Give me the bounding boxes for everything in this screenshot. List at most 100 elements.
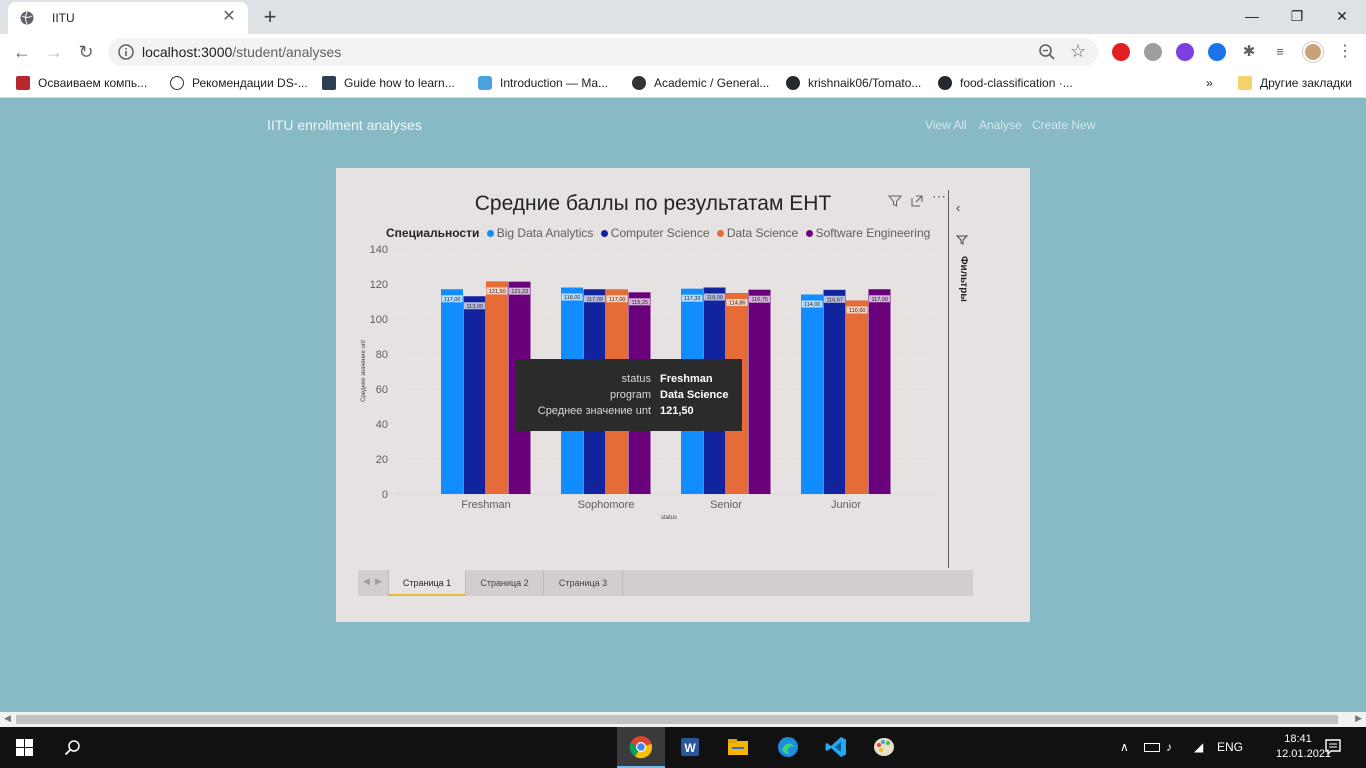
yc-icon [16,76,30,90]
bookmarks-overflow[interactable]: » [1206,76,1213,92]
clock[interactable]: 18:41 12.01.2021 [1276,732,1332,762]
globe-extension-icon[interactable] [1208,43,1226,61]
reload-icon[interactable]: ↻ [74,40,98,64]
chart-bar[interactable] [441,289,463,494]
data-label: 121,50 [489,289,506,295]
site-info-icon[interactable] [118,44,134,60]
bookmark-star-icon[interactable]: ☆ [1070,41,1086,61]
bookmark-item[interactable]: Guide how to learn... [322,76,455,92]
scroll-right-icon[interactable]: ▶ [1355,713,1362,724]
data-label: 113,00 [467,304,483,310]
page-tab-1[interactable]: Страница 1 [388,570,466,596]
data-label: 118,00 [707,295,723,301]
profile-avatar[interactable] [1303,42,1323,62]
clock-time: 18:41 [1284,733,1312,745]
close-tab-icon[interactable]: ✕ [220,8,238,26]
scroll-left-icon[interactable]: ◀ [4,713,11,724]
chrome-taskbar-icon[interactable] [617,727,665,768]
filters-pane-label[interactable]: Фильтры [955,256,969,302]
prev-page-icon[interactable]: ◀ [363,576,370,587]
chart-bar[interactable] [846,300,868,494]
tooltip-row: status Freshman [516,373,742,389]
paint-taskbar-icon[interactable] [860,727,908,768]
extension-icon[interactable] [1144,43,1162,61]
search-icon[interactable] [64,739,81,756]
data-label: 114,00 [804,302,820,308]
chart-bar[interactable] [486,281,508,494]
scrollbar-thumb[interactable] [16,715,1338,724]
puzzle-icon[interactable]: ✱ [1240,43,1258,61]
tooltip-value: 121,50 [660,405,694,417]
page-horizontal-scrollbar[interactable]: ◀ ▶ [0,712,1366,727]
next-page-icon[interactable]: ▶ [375,576,382,587]
data-label: 117,33 [684,296,700,302]
x-axis-label: status [661,515,677,521]
menu-dots-icon[interactable]: ⋮ [1336,43,1354,61]
y-tick-label: 20 [376,454,388,466]
palette-icon [874,738,894,756]
window-close-icon[interactable]: ✕ [1322,4,1362,28]
battery-icon[interactable] [1144,743,1160,752]
nav-create-new[interactable]: Create New [1032,118,1095,132]
x-tick-label: Senior [710,499,742,511]
globe-icon [20,11,34,25]
chart-bar[interactable] [463,296,486,494]
other-bookmarks[interactable]: Другие закладки [1238,76,1352,92]
app-brand[interactable]: IITU enrollment analyses [267,117,422,133]
bookmark-item[interactable]: Рекомендации DS-... [170,76,308,92]
zoom-out-icon[interactable] [1038,43,1056,61]
windows-taskbar: W ∧ ♪ ◢ ENG 18:41 12.01.2021 [0,727,1366,768]
chart-bar[interactable] [801,294,823,495]
url-host: localhost:3000 [142,44,233,60]
network-icon[interactable]: ◢ [1194,740,1203,754]
t-circle-icon [170,76,184,90]
edge-taskbar-icon[interactable] [764,727,812,768]
browser-tab-strip: IITU ✕ + — ❐ ✕ [0,0,1366,34]
language-indicator[interactable]: ENG [1217,740,1243,754]
tooltip-key: status [621,373,651,385]
moon-extension-icon[interactable] [1176,43,1194,61]
minimize-icon[interactable]: — [1232,4,1272,28]
page-navigator: ◀ ▶ Страница 1 Страница 2 Страница 3 [358,570,973,596]
notifications-icon[interactable] [1325,739,1341,755]
chart-bar[interactable] [823,289,846,494]
tooltip-key: Среднее значение unt [537,405,651,417]
nav-view-all[interactable]: View All [925,118,967,132]
nav-analyse[interactable]: Analyse [979,118,1022,132]
explorer-taskbar-icon[interactable] [714,727,762,768]
word-icon: W [681,738,699,756]
bookmark-item[interactable]: krishnaik06/Tomato... [786,76,921,92]
windows-start-icon[interactable] [16,739,33,756]
url-text: localhost:3000/student/analyses [142,44,341,60]
forward-icon[interactable]: → [42,40,66,64]
address-bar[interactable]: localhost:3000/student/analyses ☆ [108,38,1098,66]
show-hidden-icons[interactable]: ∧ [1120,740,1129,754]
browser-tab[interactable]: IITU ✕ [8,2,248,34]
y-tick-label: 0 [382,489,388,501]
page-tab-3[interactable]: Страница 3 [544,570,623,596]
volume-icon[interactable]: ♪ [1166,740,1172,754]
new-tab-button[interactable]: + [258,5,282,29]
bookmark-item[interactable]: Introduction — Ma... [478,76,608,92]
tooltip-value: Data Science [660,389,729,401]
bookmark-item[interactable]: Осваиваем компь... [16,76,147,92]
y-tick-label: 60 [376,384,388,396]
restore-icon[interactable]: ❐ [1277,4,1317,28]
chart-tooltip: status Freshman program Data Science Сре… [516,359,742,431]
back-icon[interactable]: ← [10,40,34,64]
vscode-taskbar-icon[interactable] [812,727,860,768]
word-taskbar-icon[interactable]: W [666,727,714,768]
y-tick-label: 100 [370,314,388,326]
bookmark-item[interactable]: food-classification ·... [938,76,1073,92]
opera-extension-icon[interactable] [1112,43,1130,61]
data-label: 118,00 [564,295,580,301]
chart-bar[interactable] [868,289,891,494]
collapse-filters-icon[interactable]: ‹ [956,200,960,215]
chart-bar[interactable] [748,289,771,494]
page-tab-2[interactable]: Страница 2 [466,570,544,596]
bookmark-item[interactable]: Academic / General... [632,76,769,92]
clock-date: 12.01.2021 [1276,748,1332,760]
tds-icon [322,76,336,90]
media-control-icon[interactable]: ≡ [1271,43,1289,61]
url-path: /student/analyses [232,44,342,60]
